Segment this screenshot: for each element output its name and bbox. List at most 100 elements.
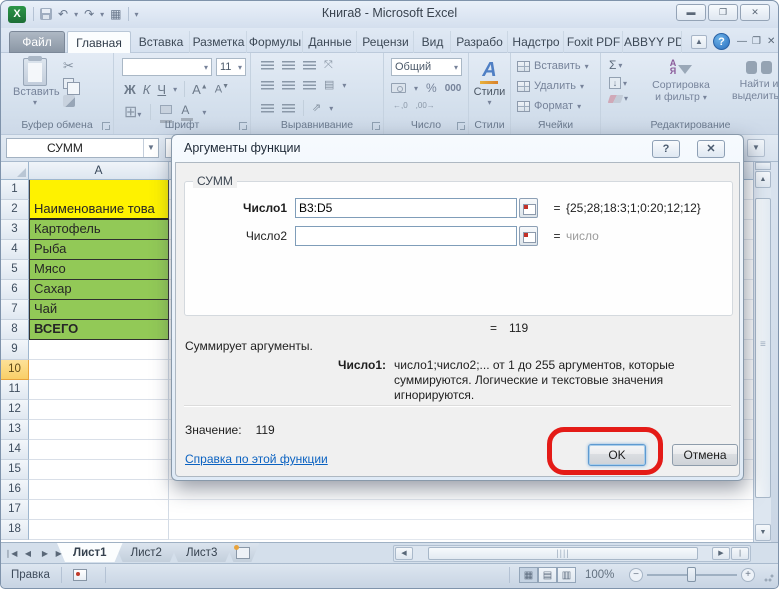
wrap-text-icon[interactable]: ▤: [324, 80, 334, 91]
insert-worksheet-icon[interactable]: [225, 543, 259, 562]
fill-button[interactable]: ↓▾: [609, 77, 628, 89]
align-bottom-icon[interactable]: [303, 61, 316, 70]
insert-dropdown-icon[interactable]: ▾: [585, 62, 589, 71]
align-top-icon[interactable]: [261, 61, 274, 70]
cell[interactable]: [29, 440, 169, 460]
percent-format-icon[interactable]: %: [426, 81, 437, 95]
zoom-slider-thumb[interactable]: [687, 567, 696, 582]
column-header-a[interactable]: A: [29, 162, 169, 180]
tab-abbyy-pdf[interactable]: ABBYY PD: [624, 31, 682, 53]
cell-a3[interactable]: Картофель: [29, 220, 169, 240]
sheet-tab-list1[interactable]: Лист1: [57, 543, 123, 562]
zoom-out-icon[interactable]: −: [629, 568, 643, 582]
format-cells-button[interactable]: Формат ▾: [517, 100, 581, 112]
tab-home[interactable]: Главная: [67, 31, 131, 53]
autosum-button[interactable]: Σ▾: [609, 58, 628, 72]
horizontal-scrollbar[interactable]: ◀ |||| ▶ ❘: [393, 545, 751, 562]
cell[interactable]: [29, 480, 169, 500]
row-header[interactable]: 4: [1, 240, 29, 260]
restore-button[interactable]: ❐: [708, 4, 738, 21]
row-header[interactable]: 12: [1, 400, 29, 420]
thousands-format-icon[interactable]: 000: [445, 83, 462, 94]
row-header[interactable]: 18: [1, 520, 29, 540]
row-header[interactable]: 15: [1, 460, 29, 480]
font-name-select[interactable]: ▾: [122, 58, 212, 76]
cell-a4[interactable]: Рыба: [29, 240, 169, 260]
text-direction-icon[interactable]: ⇗: [312, 103, 321, 114]
row-header[interactable]: 2: [1, 200, 29, 220]
row-header[interactable]: 1: [1, 180, 29, 200]
font-color-dropdown-icon[interactable]: ▾: [202, 108, 206, 117]
number-dialog-launcher-icon[interactable]: [457, 122, 465, 130]
row-header[interactable]: 5: [1, 260, 29, 280]
align-right-icon[interactable]: [303, 81, 316, 90]
cell[interactable]: [29, 520, 169, 540]
workbook-restore-icon[interactable]: ❐: [752, 36, 761, 47]
prev-sheet-icon[interactable]: ◀: [21, 546, 35, 561]
page-layout-view-icon[interactable]: ▤: [538, 567, 557, 583]
tab-developer[interactable]: Разрабо: [452, 31, 508, 53]
minimize-button[interactable]: ▬: [676, 4, 706, 21]
direction-dropdown-icon[interactable]: ▾: [329, 104, 333, 113]
scroll-left-icon[interactable]: ◀: [395, 547, 413, 560]
row-header[interactable]: 11: [1, 380, 29, 400]
sheet-tab-list3[interactable]: Лист3: [170, 543, 233, 562]
row-header[interactable]: 6: [1, 280, 29, 300]
tab-view[interactable]: Вид: [415, 31, 451, 53]
row-header[interactable]: 3: [1, 220, 29, 240]
tab-page-layout[interactable]: Разметка: [191, 31, 247, 53]
workbook-close-icon[interactable]: ✕: [767, 36, 775, 47]
table-row[interactable]: 18: [1, 520, 753, 540]
cell[interactable]: [29, 360, 169, 380]
resize-grip[interactable]: [764, 572, 774, 582]
vertical-scroll-thumb[interactable]: [755, 198, 771, 498]
number-format-select[interactable]: Общий▾: [391, 58, 462, 76]
paste-button[interactable]: Вставить ▾: [13, 58, 57, 120]
sort-filter-button[interactable]: АЯ Сортировкаи фильтр ▾: [645, 59, 717, 104]
row-header[interactable]: 16: [1, 480, 29, 500]
delete-cells-button[interactable]: Удалить ▾: [517, 80, 584, 92]
row-header[interactable]: 7: [1, 300, 29, 320]
tab-split-handle[interactable]: ❘: [731, 547, 749, 560]
horizontal-scroll-thumb[interactable]: ||||: [428, 547, 698, 560]
record-macro-icon[interactable]: [73, 569, 87, 581]
expand-formula-bar-icon[interactable]: ▼: [747, 139, 765, 157]
cell[interactable]: [29, 500, 169, 520]
range-selector-icon[interactable]: [519, 198, 538, 218]
styles-button[interactable]: А Стили ▾: [469, 59, 510, 107]
cell-a8-total[interactable]: ВСЕГО: [29, 320, 169, 340]
split-handle[interactable]: [755, 162, 771, 170]
sheet-tab-list2[interactable]: Лист2: [115, 543, 178, 562]
alignment-dialog-launcher-icon[interactable]: [372, 122, 380, 130]
find-select-button[interactable]: Найти ивыделить ▾: [723, 59, 779, 103]
vertical-scrollbar[interactable]: ▲ ▼: [753, 162, 771, 542]
format-dropdown-icon[interactable]: ▾: [577, 102, 581, 111]
normal-view-icon[interactable]: ▦: [519, 567, 538, 583]
cell[interactable]: [29, 380, 169, 400]
zoom-level[interactable]: 100%: [585, 569, 614, 581]
cancel-button[interactable]: Отмена: [672, 444, 738, 466]
shrink-font-button[interactable]: А▼: [215, 83, 229, 96]
cell-a7[interactable]: Чай: [29, 300, 169, 320]
format-painter-icon[interactable]: [63, 95, 75, 107]
row-header[interactable]: 13: [1, 420, 29, 440]
select-all-corner[interactable]: [1, 162, 29, 180]
font-size-select[interactable]: 11▾: [216, 58, 246, 76]
align-middle-icon[interactable]: [282, 61, 295, 70]
delete-dropdown-icon[interactable]: ▾: [580, 82, 584, 91]
number1-input[interactable]: [295, 198, 517, 218]
workbook-minimize-icon[interactable]: —: [737, 36, 747, 47]
cell-a1[interactable]: [29, 180, 169, 200]
merge-dropdown-icon[interactable]: ▾: [342, 81, 346, 90]
table-row[interactable]: 17: [1, 500, 753, 520]
tab-formulas[interactable]: Формулы: [248, 31, 303, 53]
zoom-in-icon[interactable]: +: [741, 568, 755, 582]
help-on-function-link[interactable]: Справка по этой функции: [185, 452, 328, 466]
close-button[interactable]: ✕: [740, 4, 770, 21]
currency-format-icon[interactable]: [391, 83, 406, 93]
underline-button[interactable]: Ч: [157, 82, 166, 97]
name-box[interactable]: СУММ ▼: [6, 138, 159, 158]
scroll-down-icon[interactable]: ▼: [755, 524, 771, 541]
help-icon[interactable]: ?: [713, 33, 730, 50]
row-header-active[interactable]: 10: [1, 360, 29, 380]
